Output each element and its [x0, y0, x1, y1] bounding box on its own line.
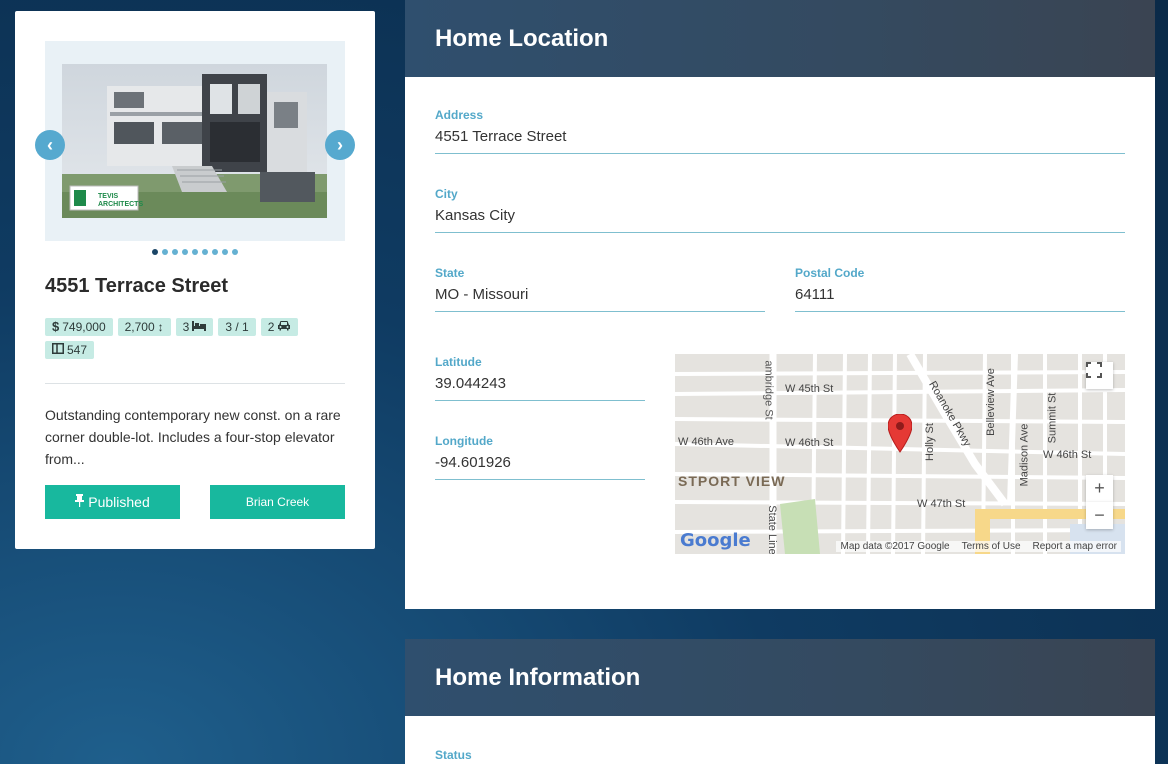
- postal-code-label: Postal Code: [795, 266, 865, 280]
- floorplan-icon: [52, 341, 64, 359]
- map-report-link[interactable]: Report a map error: [1033, 541, 1117, 552]
- status-label: Status: [435, 748, 472, 762]
- zoom-in-icon: +: [1094, 478, 1105, 498]
- home-information-panel: Home Information Status: [405, 639, 1155, 764]
- card-divider: [45, 383, 345, 384]
- zoom-out-button[interactable]: −: [1086, 502, 1113, 529]
- published-button[interactable]: Published: [45, 485, 180, 519]
- postal-code-field[interactable]: Postal Code 64111: [795, 266, 1125, 312]
- state-field[interactable]: State MO - Missouri: [435, 266, 765, 312]
- longitude-field[interactable]: Longitude -94.601926: [435, 434, 645, 480]
- longitude-value[interactable]: -94.601926: [435, 454, 645, 480]
- lot-badge: 547: [45, 341, 95, 359]
- street-label-holly: Holly St: [923, 423, 936, 461]
- price-value: 749,000: [62, 320, 106, 334]
- listing-description: Outstanding contemporary new const. on a…: [45, 407, 341, 467]
- city-field[interactable]: City Kansas City: [435, 187, 1125, 233]
- chevron-right-icon: ›: [337, 134, 343, 155]
- house-photo: TEVIS ARCHITECTS: [62, 64, 327, 218]
- sqft-value: 2,700: [124, 320, 155, 334]
- fullscreen-button[interactable]: [1086, 362, 1113, 389]
- street-label-stateline: State Line: [765, 505, 778, 554]
- neighborhood-label: STPORT VIEW: [678, 473, 786, 489]
- postal-code-value[interactable]: 64111: [795, 286, 1125, 312]
- listing-card: TEVIS ARCHITECTS ‹ › 4551 Terrace Street…: [15, 11, 375, 549]
- street-label-w47: W 47th St: [917, 498, 966, 510]
- carousel-dot[interactable]: [162, 249, 168, 255]
- map-attribution: Map data ©2017 Google: [840, 541, 950, 552]
- photo-sign-text: TEVIS ARCHITECTS: [98, 193, 144, 208]
- carousel-next-button[interactable]: ›: [325, 130, 355, 160]
- bed-icon: [192, 318, 207, 336]
- car-icon: [277, 318, 291, 336]
- address-field[interactable]: Address 4551 Terrace Street: [435, 108, 1125, 154]
- carousel-indicators: [15, 249, 375, 255]
- lot-value: 547: [67, 343, 88, 357]
- map-attribution-bar: Map data ©2017 Google Terms of Use Repor…: [836, 541, 1121, 552]
- latitude-value[interactable]: 39.044243: [435, 375, 645, 401]
- sqft-badge: 2,700 ↕: [117, 318, 171, 336]
- latitude-label: Latitude: [435, 355, 482, 369]
- latitude-field[interactable]: Latitude 39.044243: [435, 355, 645, 401]
- address-label: Address: [435, 108, 484, 122]
- zoom-out-icon: −: [1094, 505, 1105, 525]
- carousel-prev-button[interactable]: ‹: [35, 130, 65, 160]
- carousel-dot[interactable]: [152, 249, 158, 255]
- home-location-header: Home Location: [405, 0, 1155, 77]
- beds-badge: 3: [175, 318, 214, 336]
- longitude-label: Longitude: [435, 434, 493, 448]
- street-label-belleview: Belleview Ave: [984, 368, 997, 436]
- arrows-vertical-icon: ↕: [157, 320, 164, 334]
- chevron-left-icon: ‹: [47, 134, 53, 155]
- published-label: Published: [88, 494, 150, 510]
- photo-carousel[interactable]: TEVIS ARCHITECTS ‹ ›: [35, 41, 355, 241]
- street-label-summit: Summit St: [1046, 392, 1059, 444]
- garage-value: 2: [267, 320, 275, 334]
- carousel-dot[interactable]: [182, 249, 188, 255]
- carousel-dot[interactable]: [212, 249, 218, 255]
- baths-badge: 3 / 1: [218, 318, 256, 336]
- carousel-dot[interactable]: [232, 249, 238, 255]
- listing-badges: $ 749,000 2,700 ↕ 3 3 / 1 2 547: [45, 318, 345, 359]
- dollar-icon: $: [52, 319, 60, 334]
- beds-value: 3: [182, 320, 190, 334]
- pin-icon: [75, 494, 85, 510]
- street-label-w46a: W 46th Ave: [678, 436, 735, 448]
- address-value[interactable]: 4551 Terrace Street: [435, 128, 1125, 154]
- zoom-in-button[interactable]: +: [1086, 475, 1113, 502]
- google-logo: Google: [680, 530, 751, 551]
- carousel-dot[interactable]: [192, 249, 198, 255]
- home-location-panel: Home Location Address 4551 Terrace Stree…: [405, 0, 1155, 609]
- agent-button[interactable]: Brian Creek: [210, 485, 345, 519]
- listing-title: 4551 Terrace Street: [45, 275, 229, 297]
- state-value[interactable]: MO - Missouri: [435, 286, 765, 312]
- state-label: State: [435, 266, 465, 280]
- status-field[interactable]: Status: [435, 748, 472, 762]
- home-information-header: Home Information: [405, 639, 1155, 716]
- carousel-dot[interactable]: [202, 249, 208, 255]
- street-label-w45: W 45th St: [785, 383, 834, 395]
- carousel-dot[interactable]: [222, 249, 228, 255]
- street-label-w46c: W 46th St: [1043, 449, 1092, 461]
- street-label-cambridge: ambridge St: [762, 360, 775, 420]
- location-map[interactable]: ambridge St W 45th St W 46th Ave W 46th …: [675, 354, 1125, 554]
- baths-value: 3 / 1: [225, 320, 249, 334]
- garage-badge: 2: [260, 318, 299, 336]
- map-terms-link[interactable]: Terms of Use: [962, 541, 1021, 552]
- price-badge: $ 749,000: [45, 318, 113, 336]
- street-label-w46b: W 46th St: [785, 437, 834, 449]
- carousel-dot[interactable]: [172, 249, 178, 255]
- city-label: City: [435, 187, 458, 201]
- city-value[interactable]: Kansas City: [435, 207, 1125, 233]
- street-label-madison: Madison Ave: [1018, 423, 1031, 487]
